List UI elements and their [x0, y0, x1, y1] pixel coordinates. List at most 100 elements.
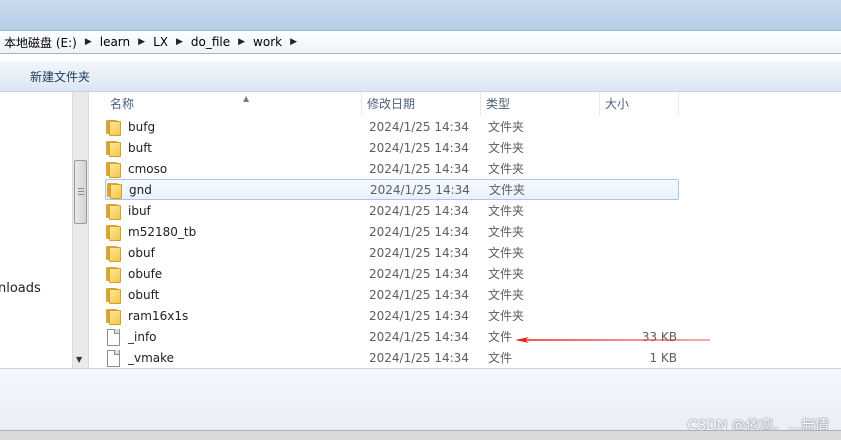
column-name-label: 名称	[110, 97, 135, 111]
scroll-down-icon[interactable]: ▼	[76, 355, 82, 364]
file-type: 文件夹	[488, 120, 525, 134]
breadcrumb-work[interactable]: work ▶	[249, 31, 301, 53]
folder-icon	[106, 182, 122, 199]
breadcrumb-chevron-icon[interactable]: ▶	[238, 37, 245, 47]
file-type: 文件夹	[488, 204, 525, 218]
file-row-vmake[interactable]: _vmake 2024/1/25 14:34 文件 1 KB	[105, 347, 679, 368]
nav-item-downloads[interactable]: nloads	[0, 281, 41, 296]
folder-icon	[105, 224, 121, 241]
file-date: 2024/1/25 14:34	[369, 245, 469, 260]
breadcrumb-lx[interactable]: LX ▶	[149, 31, 187, 53]
folder-icon	[105, 161, 121, 178]
file-type: 文件夹	[488, 162, 525, 176]
column-type-label: 类型	[486, 97, 511, 111]
file-row-obufe[interactable]: obufe 2024/1/25 14:34 文件夹	[105, 263, 679, 284]
new-folder-button[interactable]: 新建文件夹	[28, 65, 92, 88]
column-date[interactable]: 修改日期	[362, 92, 481, 116]
file-type: 文件夹	[489, 183, 526, 197]
file-name: obuft	[128, 287, 160, 302]
file-size: 1 KB	[649, 350, 677, 365]
file-date: 2024/1/25 14:34	[369, 287, 469, 302]
grip-line	[78, 191, 84, 192]
file-row-gnd[interactable]: gnd 2024/1/25 14:34 文件夹	[105, 179, 679, 200]
file-date: 2024/1/25 14:34	[369, 224, 469, 239]
address-bar[interactable]: 本地磁盘 (E:) ▶ learn ▶ LX ▶ do_file ▶ work ▶	[0, 30, 841, 54]
column-size[interactable]: 大小	[600, 92, 679, 116]
breadcrumb-label: work	[253, 35, 283, 49]
navigation-pane: nloads	[0, 92, 72, 368]
file-row-cmoso[interactable]: cmoso 2024/1/25 14:34 文件夹	[105, 158, 679, 179]
nav-scrollbar[interactable]: ▼	[72, 92, 89, 368]
file-row-m52180-tb[interactable]: m52180_tb 2024/1/25 14:34 文件夹	[105, 221, 679, 242]
file-type: 文件夹	[488, 225, 525, 239]
file-name: ibuf	[128, 203, 151, 218]
breadcrumb-chevron-icon[interactable]: ▶	[290, 37, 297, 47]
column-header: ▲ 名称 修改日期 类型 大小	[89, 92, 841, 116]
breadcrumb-drive[interactable]: 本地磁盘 (E:) ▶	[0, 31, 96, 53]
file-row-ram16x1s[interactable]: ram16x1s 2024/1/25 14:34 文件夹	[105, 305, 679, 326]
grip-line	[78, 188, 84, 189]
file-type: 文件夹	[488, 246, 525, 260]
folder-icon	[105, 308, 121, 325]
file-name: _vmake	[128, 350, 175, 365]
breadcrumb-chevron-icon[interactable]: ▶	[138, 37, 145, 47]
breadcrumb-label: LX	[153, 35, 168, 49]
file-row-obuft[interactable]: obuft 2024/1/25 14:34 文件夹	[105, 284, 679, 305]
column-date-label: 修改日期	[367, 97, 416, 111]
file-name: ram16x1s	[128, 308, 189, 323]
breadcrumb-label: 本地磁盘 (E:)	[4, 35, 77, 50]
column-name[interactable]: ▲ 名称	[105, 92, 362, 116]
file-name: _info	[128, 329, 157, 344]
file-date: 2024/1/25 14:34	[369, 350, 469, 365]
file-icon	[105, 349, 121, 367]
file-date: 2024/1/25 14:34	[369, 161, 469, 176]
annotation-arrow-icon	[515, 337, 710, 343]
column-type[interactable]: 类型	[481, 92, 600, 116]
file-type: 文件夹	[488, 267, 525, 281]
file-date: 2024/1/25 14:34	[370, 182, 470, 197]
command-toolbar: 新建文件夹	[0, 61, 841, 92]
window-titlebar	[0, 0, 841, 30]
file-icon	[105, 328, 121, 346]
file-date: 2024/1/25 14:34	[369, 308, 469, 323]
file-row-buft[interactable]: buft 2024/1/25 14:34 文件夹	[105, 137, 679, 158]
file-name: gnd	[129, 182, 152, 197]
file-name: obuf	[128, 245, 155, 260]
file-name: m52180_tb	[128, 224, 197, 239]
taskbar-strip	[0, 430, 841, 440]
file-date: 2024/1/25 14:34	[369, 119, 469, 134]
folder-icon	[105, 203, 121, 220]
file-row-obuf[interactable]: obuf 2024/1/25 14:34 文件夹	[105, 242, 679, 263]
breadcrumb-chevron-icon[interactable]: ▶	[176, 37, 183, 47]
folder-icon	[105, 287, 121, 304]
file-list: ▲ 名称 修改日期 类型 大小 bufg 2024/1/25 14:34 文件夹 b…	[89, 92, 841, 368]
file-row-ibuf[interactable]: ibuf 2024/1/25 14:34 文件夹	[105, 200, 679, 221]
file-date: 2024/1/25 14:34	[369, 140, 469, 155]
details-pane: CSDN @依恋、,,,無情	[0, 368, 841, 434]
breadcrumb-label: do_file	[190, 35, 231, 49]
breadcrumb-chevron-icon[interactable]: ▶	[85, 37, 92, 47]
breadcrumb-learn[interactable]: learn ▶	[96, 31, 149, 53]
file-type: 文件夹	[488, 309, 525, 323]
file-type: 文件夹	[488, 288, 525, 302]
grip-line	[78, 194, 84, 195]
file-row-bufg[interactable]: bufg 2024/1/25 14:34 文件夹	[105, 116, 679, 137]
header-spacer	[89, 92, 105, 116]
file-name: buft	[128, 140, 152, 155]
column-size-label: 大小	[605, 97, 630, 111]
file-type: 文件	[488, 351, 513, 365]
file-date: 2024/1/25 14:34	[369, 266, 469, 281]
file-name: bufg	[128, 119, 156, 134]
folder-icon	[105, 140, 121, 157]
scrollbar-thumb[interactable]	[74, 160, 87, 224]
folder-icon	[105, 266, 121, 283]
folder-icon	[105, 245, 121, 262]
folder-icon	[105, 119, 121, 136]
breadcrumb-do-file[interactable]: do_file ▶	[187, 31, 249, 53]
breadcrumb-label: learn	[99, 35, 131, 49]
file-type: 文件夹	[488, 141, 525, 155]
file-name: cmoso	[128, 161, 168, 176]
sort-ascending-icon: ▲	[243, 94, 250, 103]
file-date: 2024/1/25 14:34	[369, 329, 469, 344]
file-name: obufe	[128, 266, 163, 281]
